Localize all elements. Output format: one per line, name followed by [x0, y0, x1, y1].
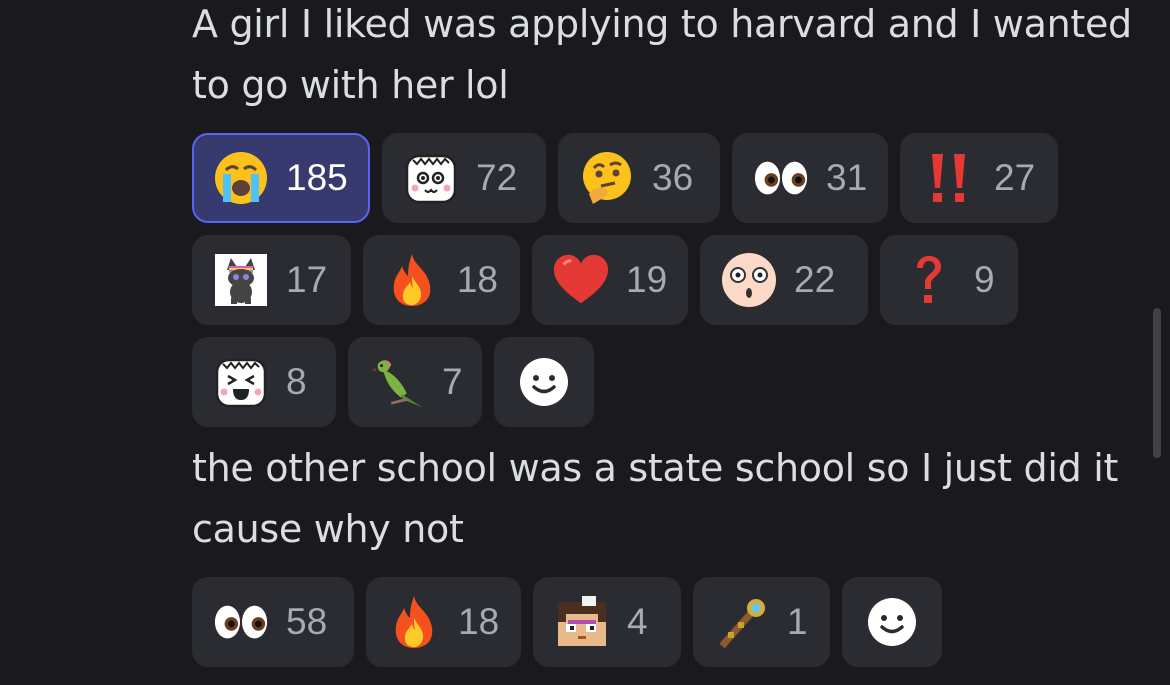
- parrot-icon: [368, 353, 426, 411]
- add-reaction-button[interactable]: [494, 337, 594, 427]
- reaction-count: 36: [652, 157, 694, 198]
- reaction-row: 58 18 4 1: [192, 577, 942, 667]
- red-heart-icon: [552, 251, 610, 309]
- reaction-thinking[interactable]: 36: [558, 133, 720, 223]
- reaction-count: 19: [626, 259, 668, 300]
- reaction-count: 18: [458, 601, 500, 642]
- reaction-count: 18: [456, 259, 498, 300]
- surprised-face-icon: [720, 251, 778, 309]
- reaction-pixel-staff[interactable]: 1: [693, 577, 830, 667]
- reaction-count: 9: [974, 259, 995, 300]
- reaction-surprised[interactable]: 22: [700, 235, 868, 325]
- tofu-face-icon: [402, 149, 460, 207]
- loudly-crying-face-icon: [212, 149, 270, 207]
- reaction-count: 31: [826, 157, 868, 198]
- reaction-count: 4: [627, 601, 648, 642]
- reaction-rainbow-cat[interactable]: 17: [192, 235, 351, 325]
- reaction-count: 1: [787, 601, 808, 642]
- reaction-tofu[interactable]: 72: [382, 133, 546, 223]
- thinking-face-icon: [578, 149, 636, 207]
- reaction-count: 17: [286, 259, 328, 300]
- reaction-heart[interactable]: 19: [532, 235, 688, 325]
- eyes-icon: [752, 149, 810, 207]
- reaction-count: 8: [286, 361, 307, 402]
- reaction-count: 72: [476, 157, 518, 198]
- smile-add-reaction-icon: [863, 593, 921, 651]
- reaction-count: 58: [286, 601, 328, 642]
- laughing-tofu-face-icon: [212, 353, 270, 411]
- reaction-parrot[interactable]: 7: [348, 337, 482, 427]
- rainbow-cat-sticker-icon: [212, 251, 270, 309]
- reaction-count: 7: [442, 361, 463, 402]
- reaction-count: 185: [286, 157, 348, 198]
- smile-add-reaction-icon: [515, 353, 573, 411]
- eyes-icon: [212, 593, 270, 651]
- message-text: the other school was a state school so I…: [192, 446, 1119, 551]
- reaction-fire[interactable]: 18: [363, 235, 520, 325]
- reaction-row: 8 7: [192, 337, 594, 427]
- message-text: A girl I liked was applying to harvard a…: [192, 2, 1132, 107]
- reaction-count: 27: [994, 157, 1036, 198]
- reaction-loudly-crying[interactable]: 185: [192, 133, 370, 223]
- reaction-row: 185 72 36 31 27: [192, 133, 1058, 223]
- reaction-fire[interactable]: 18: [366, 577, 521, 667]
- fire-icon: [383, 251, 441, 309]
- pixel-staff-icon: [713, 593, 771, 651]
- reaction-eyes[interactable]: 58: [192, 577, 354, 667]
- add-reaction-button[interactable]: [842, 577, 942, 667]
- reaction-row: 17 18 19 22 9: [192, 235, 1018, 325]
- reaction-eyes[interactable]: 31: [732, 133, 888, 223]
- double-exclamation-icon: [920, 149, 978, 207]
- reaction-double-exclamation[interactable]: 27: [900, 133, 1058, 223]
- scrollbar[interactable]: [1153, 308, 1161, 458]
- reaction-laughing-tofu[interactable]: 8: [192, 337, 336, 427]
- pixel-avatar-icon: [553, 593, 611, 651]
- fire-icon: [386, 593, 442, 651]
- reaction-count: 22: [794, 259, 836, 300]
- reaction-question[interactable]: 9: [880, 235, 1018, 325]
- question-mark-icon: [900, 251, 958, 309]
- reaction-pixel-avatar[interactable]: 4: [533, 577, 681, 667]
